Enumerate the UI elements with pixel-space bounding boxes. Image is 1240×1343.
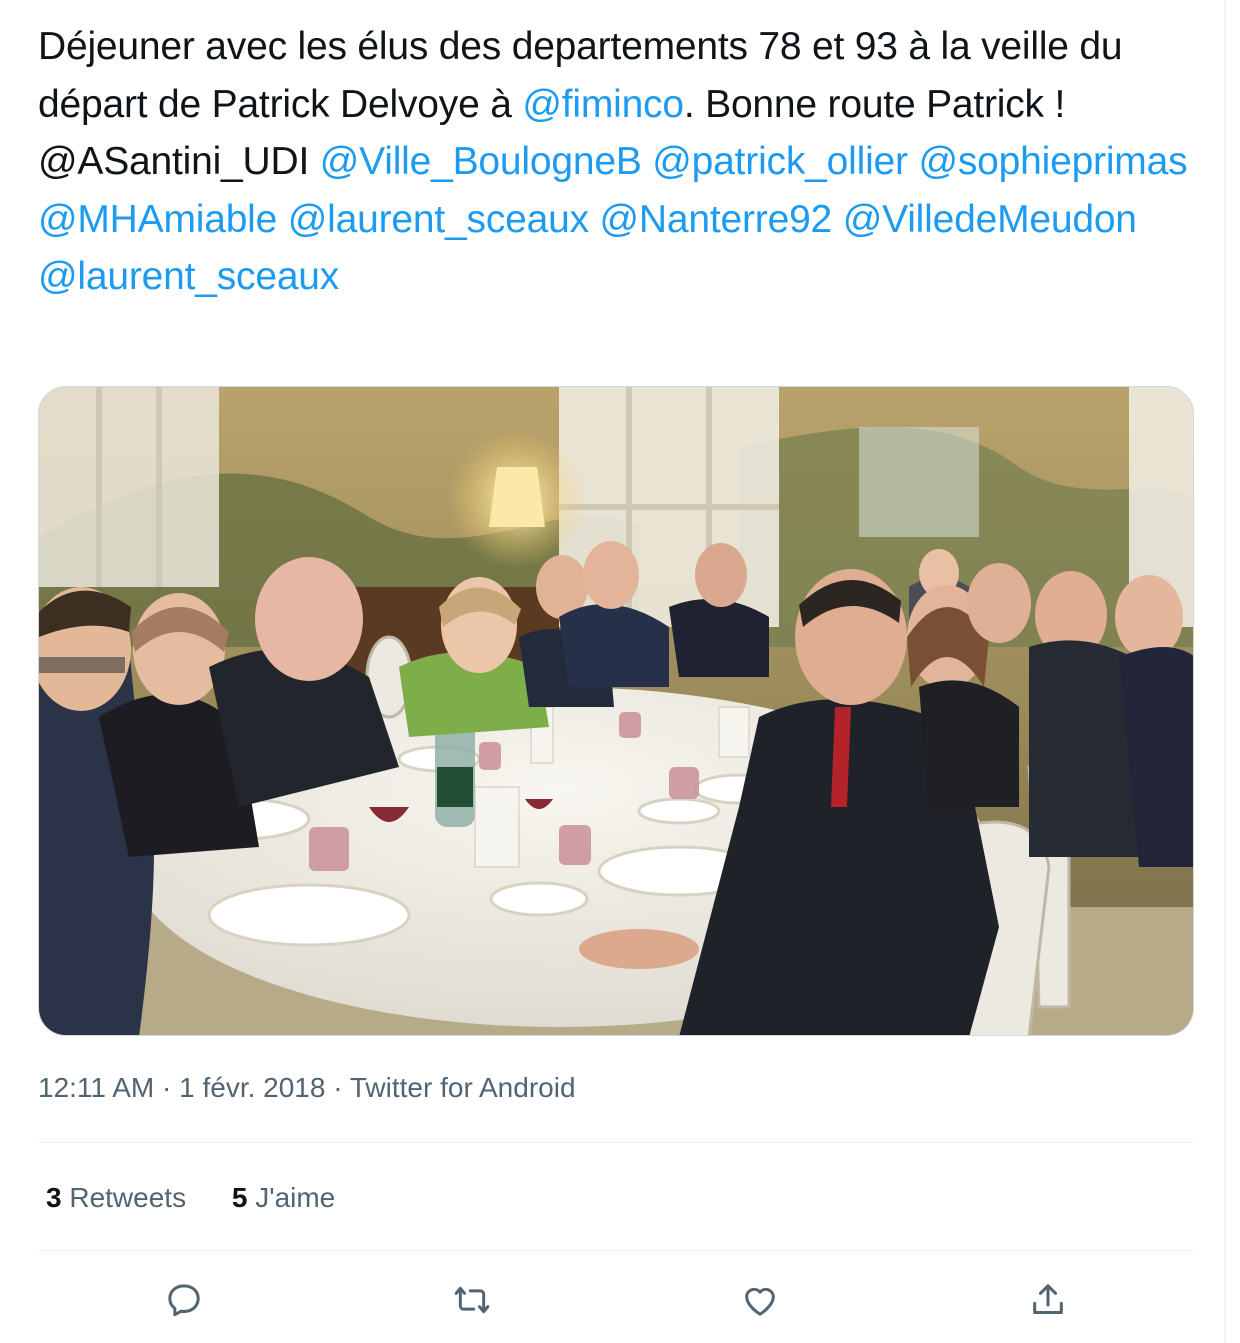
tweet-source[interactable]: Twitter for Android (350, 1072, 576, 1103)
retweet-button[interactable] (442, 1270, 502, 1330)
mention-link[interactable]: @patrick_ollier (652, 140, 908, 183)
tweet-meta: 12:11 AM · 1 févr. 2018 · Twitter for An… (38, 1072, 576, 1104)
share-button[interactable] (1018, 1270, 1078, 1330)
meta-separator: · (325, 1072, 350, 1103)
tweet-card: Déjeuner avec les élus des departements … (0, 0, 1226, 1343)
tweet-actions (38, 1270, 1194, 1330)
tweet-text-segment (642, 140, 653, 183)
mention-link[interactable]: @VilledeMeudon (843, 198, 1137, 241)
tweet-date[interactable]: 1 févr. 2018 (179, 1072, 325, 1103)
likes-stat[interactable]: 5 J'aime (232, 1182, 335, 1213)
reply-button[interactable] (154, 1270, 214, 1330)
mention-link[interactable]: @laurent_sceaux (38, 255, 339, 298)
tweet-text-segment (908, 140, 919, 183)
retweets-label: Retweets (61, 1182, 187, 1213)
mention-link[interactable]: @Ville_BoulogneB (320, 140, 642, 183)
heart-icon (745, 1287, 775, 1316)
retweets-count: 3 (46, 1182, 62, 1213)
retweets-stat[interactable]: 3 Retweets (46, 1182, 186, 1213)
tweet-text: Déjeuner avec les élus des departements … (38, 18, 1198, 306)
photo-lunch-table (39, 387, 1193, 1035)
tweet-text-segment (832, 198, 843, 241)
tweet-text-segment (589, 198, 600, 241)
mention-link[interactable]: @fiminco (522, 83, 684, 126)
likes-label: J'aime (247, 1182, 336, 1213)
tweet-text-segment (277, 198, 288, 241)
tweet-stats: 3 Retweets 5 J'aime (46, 1182, 373, 1214)
tweet-photo[interactable] (38, 386, 1194, 1036)
mention-link[interactable]: @Nanterre92 (600, 198, 833, 241)
tweet-time[interactable]: 12:11 AM (38, 1072, 154, 1103)
mention-link[interactable]: @sophieprimas (918, 140, 1187, 183)
share-icon (1033, 1284, 1063, 1314)
reply-icon (168, 1284, 200, 1317)
mention-link[interactable]: @MHAmiable (38, 198, 277, 241)
divider (38, 1250, 1194, 1251)
mention-link[interactable]: @laurent_sceaux (288, 198, 589, 241)
likes-count: 5 (231, 1182, 248, 1213)
meta-separator: · (154, 1072, 180, 1103)
retweet-icon (454, 1286, 490, 1314)
like-button[interactable] (730, 1270, 790, 1330)
divider (38, 1142, 1194, 1143)
